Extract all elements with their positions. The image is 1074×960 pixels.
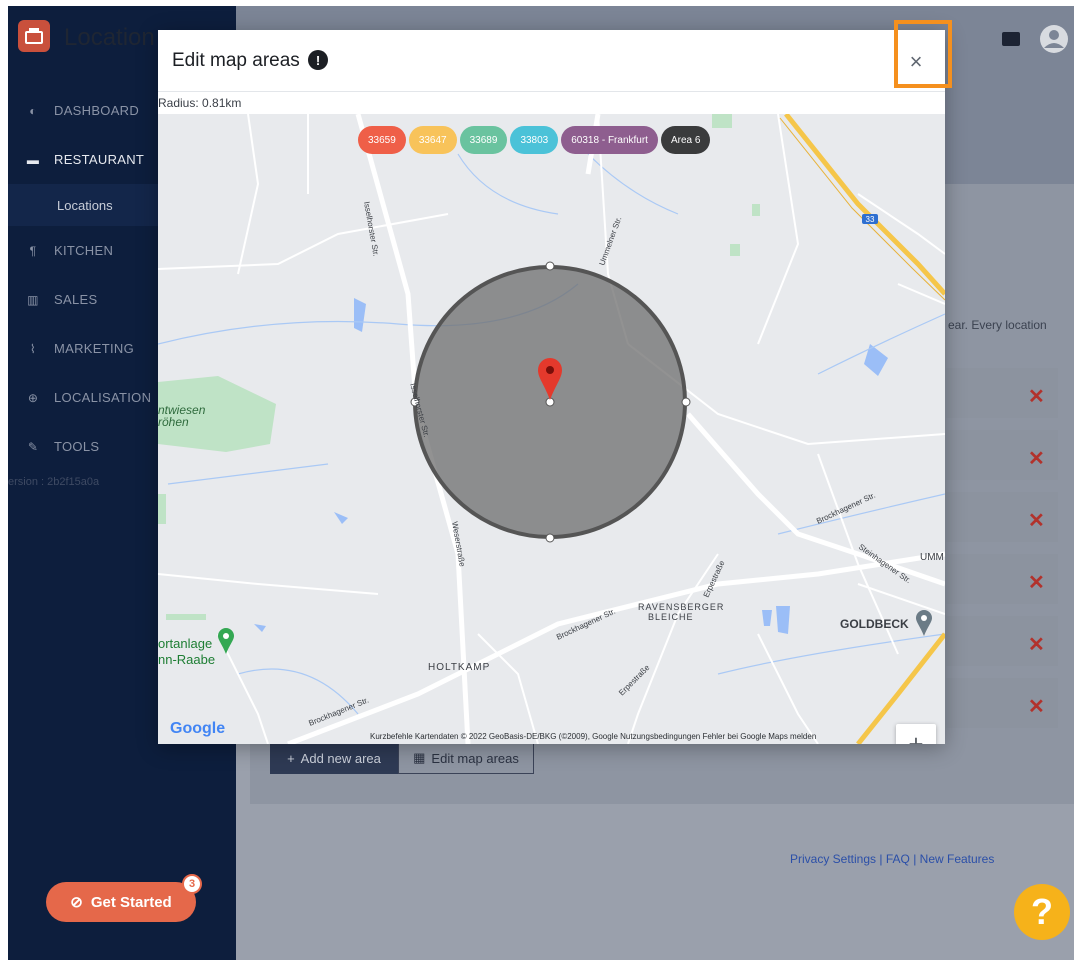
lake [354,298,366,332]
map-label: Weserstraße [450,521,467,568]
area-pill-33803[interactable]: 33803 [510,126,559,154]
page-title: Location [64,24,155,51]
sidebar-item-label: KITCHEN [54,243,114,258]
lake [864,344,888,376]
dashboard-icon: ◐ [29,103,37,118]
delete-area-icon[interactable]: ✕ [1028,384,1045,409]
sidebar-item-label: MARKETING [54,341,134,356]
lake [334,512,348,524]
modal-header: Edit map areas ! × [158,30,945,92]
map-label: Erpestraße [702,559,727,599]
map-label: BLEICHE [648,612,694,622]
lake [254,624,266,632]
area-pill-frankfurt[interactable]: 60318 - Frankfurt [561,126,658,154]
park-area [712,114,732,128]
get-started-badge: 3 [182,874,202,894]
store-icon: ▬ [26,152,40,167]
circle-handle-top [545,261,555,271]
globe-icon: ⊕ [27,390,39,405]
wrench-icon: ✎ [27,439,39,454]
area-pill-area-6[interactable]: Area 6 [660,126,711,154]
map-label: RAVENSBERGER [638,602,724,612]
add-new-area-label: Add new area [300,750,381,766]
map-label: UMM [920,552,944,563]
delete-area-icon[interactable]: ✕ [1028,694,1045,719]
park-area [166,614,206,620]
map-label: nn-Raabe [158,652,215,667]
area-pills: 33659 33647 33689 33803 60318 - Frankfur… [358,126,711,154]
new-features-link[interactable]: New Features [920,852,995,866]
plus-icon: + [287,750,295,766]
modal-title: Edit map areas [172,50,300,71]
sidebar-item-label: TOOLS [54,439,100,454]
get-started-label: Get Started [90,893,172,911]
help-question-icon[interactable]: ? [1014,884,1070,940]
zoom-in-button[interactable]: + [896,724,936,745]
lake [776,606,790,634]
footer-links: Privacy Settings | FAQ | New Features [790,852,995,866]
google-logo: Google [170,720,226,737]
map-attribution[interactable]: Kurzbefehle Kartendaten © 2022 GeoBasis-… [370,732,816,741]
sidebar-item-label: DASHBOARD [54,103,140,118]
area-pill-33689[interactable]: 33689 [459,126,508,154]
map-canvas[interactable]: 33 HOLTKAMP RAVENSBERGER BLEICHE GOLDBEC… [158,114,945,744]
sidebar-item-label: Locations [57,197,113,213]
faq-link[interactable]: FAQ [886,852,910,866]
park-area [158,494,166,524]
edit-map-areas-modal: Edit map areas ! × Radius: 0.81km 33 HOL… [158,30,945,744]
zoom-controls: + − [896,724,936,744]
highway [784,114,945,744]
park-area [752,204,760,216]
delete-area-icon[interactable]: ✕ [1028,446,1045,471]
delete-area-icon[interactable]: ✕ [1028,632,1045,657]
sidebar-item-label: LOCALISATION [54,390,152,405]
edit-map-areas-label: Edit map areas [431,750,519,766]
map-label: Brockhagener Str. [815,491,877,526]
poi-marker-icon [218,628,234,654]
poi-marker-icon [916,610,932,636]
park-area [730,244,740,256]
area-pill-33647[interactable]: 33647 [408,126,457,154]
privacy-settings-link[interactable]: Privacy Settings [790,852,876,866]
edit-map-areas-button[interactable]: ▦ Edit map areas [398,742,534,774]
add-new-area-button[interactable]: + Add new area [270,742,398,774]
map-label: ortanlage [158,636,212,651]
top-icons [1002,24,1072,54]
highway-label: 33 [866,215,875,224]
get-started-button[interactable]: ⊘ Get Started [46,882,196,922]
store-top-icon [1002,32,1020,46]
bar-chart-icon: ▥ [27,292,39,307]
map-svg: 33 HOLTKAMP RAVENSBERGER BLEICHE GOLDBEC… [158,114,945,744]
radius-label: Radius: 0.81km [158,96,242,110]
check-circle-icon: ⊘ [70,894,83,911]
info-icon[interactable]: ! [308,50,328,70]
map-icon: ▦ [413,750,426,765]
help-text: ear. Every location [948,318,1047,332]
map-label: röhen [158,415,189,429]
delete-area-icon[interactable]: ✕ [1028,508,1045,533]
close-button-highlight [894,20,952,88]
map-label: Ummelner Str. [597,216,623,267]
delete-area-icon[interactable]: ✕ [1028,570,1045,595]
lake [762,610,772,626]
app-logo-icon[interactable] [18,20,50,52]
sidebar-item-label: SALES [54,292,98,307]
version-text: ersion : 2b2f15a0a [8,476,100,488]
line-chart-icon: ⌇ [29,341,37,356]
map-label: HOLTKAMP [428,662,490,673]
area-pill-33659[interactable]: 33659 [358,126,406,154]
circle-handle-bottom [545,533,555,543]
sidebar-item-label: RESTAURANT [54,152,145,167]
circle-handle-right [681,397,691,407]
map-label: GOLDBECK [840,617,909,631]
utensils-icon: ¶ [29,243,37,258]
